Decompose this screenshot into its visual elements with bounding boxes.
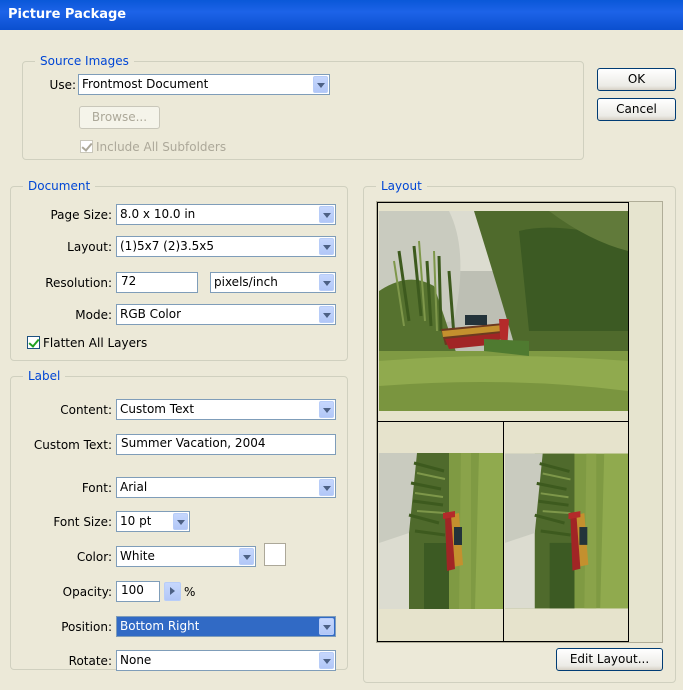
use-value: Frontmost Document xyxy=(82,77,209,91)
use-label: Use: xyxy=(49,78,76,92)
custom-text-input[interactable]: Summer Vacation, 2004 xyxy=(116,434,336,455)
layout-value: (1)5x7 (2)3.5x5 xyxy=(120,239,215,253)
color-value: White xyxy=(120,549,155,563)
ok-button[interactable]: OK xyxy=(597,68,676,91)
chevron-down-icon[interactable] xyxy=(173,513,188,530)
cancel-button[interactable]: Cancel xyxy=(597,98,676,121)
source-images-legend: Source Images xyxy=(35,53,134,69)
edit-layout-button[interactable]: Edit Layout... xyxy=(556,648,663,671)
opacity-input[interactable]: 100 xyxy=(116,581,160,602)
resolution-input[interactable]: 72 xyxy=(116,272,198,293)
browse-button[interactable]: Browse... xyxy=(79,106,160,129)
title-bar: Picture Package xyxy=(0,0,683,30)
custom-text-label: Custom Text: xyxy=(33,438,112,452)
layout-cell-small-right xyxy=(503,421,629,642)
color-select[interactable]: White xyxy=(116,546,256,567)
opacity-stepper[interactable] xyxy=(164,582,181,601)
rotate-select[interactable]: None xyxy=(116,650,336,671)
include-subfolders-checkbox[interactable] xyxy=(80,140,93,153)
photo-small-left xyxy=(379,453,503,609)
opacity-label: Opacity: xyxy=(62,585,112,599)
include-subfolders-label: Include All Subfolders xyxy=(96,140,227,154)
mode-select[interactable]: RGB Color xyxy=(116,304,336,325)
rotate-label: Rotate: xyxy=(68,654,112,668)
layout-legend: Layout xyxy=(376,178,427,194)
chevron-down-icon[interactable] xyxy=(239,548,254,565)
chevron-down-icon[interactable] xyxy=(319,479,334,496)
chevron-down-icon[interactable] xyxy=(319,401,334,418)
flatten-label: Flatten All Layers xyxy=(43,336,148,350)
photo-large xyxy=(379,211,628,411)
font-size-value: 10 pt xyxy=(120,514,152,528)
photo-small-right xyxy=(505,453,628,609)
resolution-unit-select[interactable]: pixels/inch xyxy=(210,272,336,293)
use-select[interactable]: Frontmost Document xyxy=(78,74,330,95)
opacity-unit: % xyxy=(184,585,196,599)
chevron-down-icon[interactable] xyxy=(319,618,334,635)
color-label: Color: xyxy=(76,550,112,564)
color-swatch[interactable] xyxy=(264,543,286,566)
mode-label: Mode: xyxy=(75,308,112,322)
chevron-down-icon[interactable] xyxy=(319,206,334,223)
layout-cell-large xyxy=(377,202,629,422)
layout-label: Layout: xyxy=(67,240,112,254)
position-select[interactable]: Bottom Right xyxy=(116,616,336,637)
content-select[interactable]: Custom Text xyxy=(116,399,336,420)
checkmark-icon xyxy=(81,140,93,152)
position-value: Bottom Right xyxy=(120,619,200,633)
font-size-label: Font Size: xyxy=(53,515,112,529)
checkmark-icon xyxy=(28,336,40,348)
window-title: Picture Package xyxy=(8,7,127,22)
label-legend: Label xyxy=(23,368,66,384)
chevron-down-icon[interactable] xyxy=(313,76,328,93)
rotate-value: None xyxy=(120,653,152,667)
mode-value: RGB Color xyxy=(120,307,182,321)
content-label: Content: xyxy=(60,403,112,417)
font-label: Font: xyxy=(81,481,112,495)
position-label: Position: xyxy=(61,620,112,634)
page-size-select[interactable]: 8.0 x 10.0 in xyxy=(116,204,336,225)
chevron-down-icon[interactable] xyxy=(319,652,334,669)
layout-cell-small-left xyxy=(377,421,504,642)
page-size-value: 8.0 x 10.0 in xyxy=(120,207,196,221)
chevron-down-icon[interactable] xyxy=(319,306,334,323)
page-size-label: Page Size: xyxy=(50,208,112,222)
layout-select[interactable]: (1)5x7 (2)3.5x5 xyxy=(116,236,336,257)
resolution-unit-value: pixels/inch xyxy=(214,275,278,289)
chevron-down-icon[interactable] xyxy=(319,274,334,291)
flatten-checkbox[interactable] xyxy=(27,336,40,349)
resolution-label: Resolution: xyxy=(45,276,112,290)
chevron-down-icon[interactable] xyxy=(319,238,334,255)
font-value: Arial xyxy=(120,480,148,494)
font-size-select[interactable]: 10 pt xyxy=(116,511,190,532)
content-value: Custom Text xyxy=(120,402,195,416)
font-select[interactable]: Arial xyxy=(116,477,336,498)
layout-preview xyxy=(376,201,663,643)
document-legend: Document xyxy=(23,178,96,194)
